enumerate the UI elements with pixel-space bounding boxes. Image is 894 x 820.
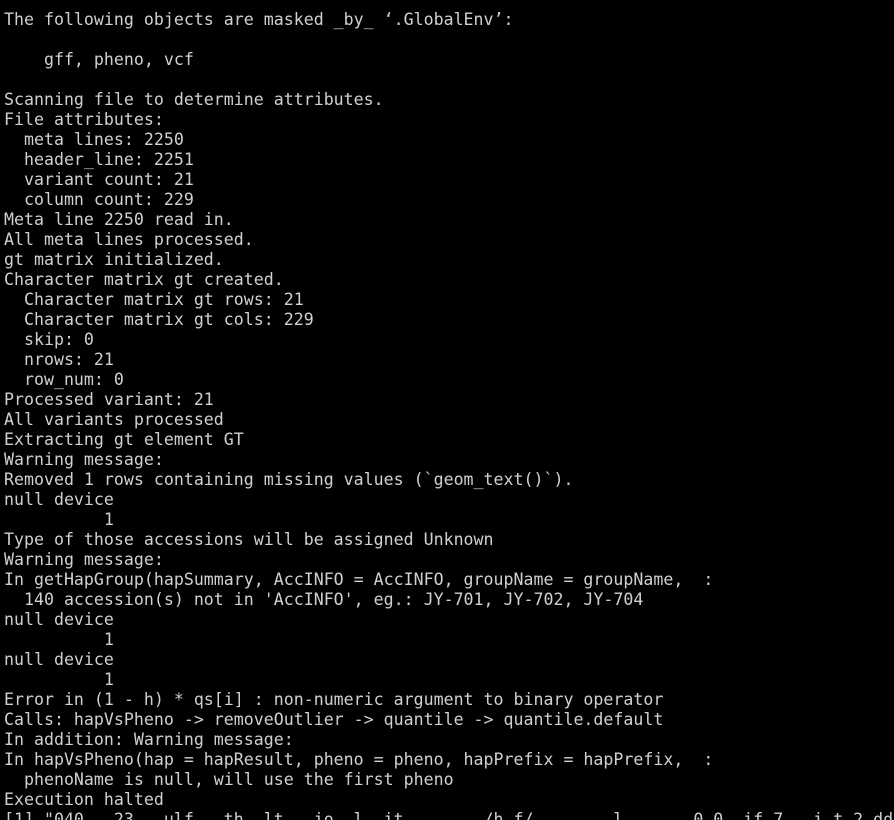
console-line: In getHapGroup(hapSummary, AccINFO = Acc… <box>4 570 714 589</box>
console-line: Warning message: <box>4 550 164 569</box>
console-line: All variants processed <box>4 410 224 429</box>
console-line-clipped: [1] "040 23 ulf th lt io l it /h f/ l 0 … <box>4 810 894 820</box>
console-line: In hapVsPheno(hap = hapResult, pheno = p… <box>4 750 714 769</box>
console-line: Removed 1 rows containing missing values… <box>4 470 574 489</box>
console-line: Type of those accessions will be assigne… <box>4 530 494 549</box>
console-line: 1 <box>4 630 114 649</box>
console-line: Calls: hapVsPheno -> removeOutlier -> qu… <box>4 710 664 729</box>
console-line: nrows: 21 <box>4 350 114 369</box>
console-line: row_num: 0 <box>4 370 124 389</box>
console-line: The following objects are masked _by_ ‘.… <box>4 10 514 29</box>
console-line: 1 <box>4 670 114 689</box>
console-line: All meta lines processed. <box>4 230 254 249</box>
console-line: gt matrix initialized. <box>4 250 224 269</box>
console-line: 140 accession(s) not in 'AccINFO', eg.: … <box>4 590 644 609</box>
console-line: null device <box>4 610 114 629</box>
console-line: header_line: 2251 <box>4 150 194 169</box>
console-line: meta lines: 2250 <box>4 130 184 149</box>
console-line: Meta line 2250 read in. <box>4 210 234 229</box>
console-line: phenoName is null, will use the first ph… <box>4 770 454 789</box>
console-line: Processed variant: 21 <box>4 390 214 409</box>
console-line: Extracting gt element GT <box>4 430 244 449</box>
console-line: Warning message: <box>4 450 164 469</box>
terminal-window[interactable]: The following objects are masked _by_ ‘.… <box>0 0 894 820</box>
console-line: In addition: Warning message: <box>4 730 294 749</box>
console-line: 1 <box>4 510 114 529</box>
console-line: null device <box>4 490 114 509</box>
console-line: gff, pheno, vcf <box>4 50 194 69</box>
console-line: File attributes: <box>4 110 164 129</box>
console-line: Character matrix gt rows: 21 <box>4 290 304 309</box>
console-line: Character matrix gt cols: 229 <box>4 310 314 329</box>
console-line: Scanning file to determine attributes. <box>4 90 384 109</box>
console-line: Character matrix gt created. <box>4 270 284 289</box>
console-line: Execution halted <box>4 790 164 809</box>
console-line: skip: 0 <box>4 330 94 349</box>
console-line: column count: 229 <box>4 190 194 209</box>
console-output: The following objects are masked _by_ ‘.… <box>4 10 894 820</box>
console-line: null device <box>4 650 114 669</box>
console-line: variant count: 21 <box>4 170 194 189</box>
console-line: Error in (1 - h) * qs[i] : non-numeric a… <box>4 690 664 709</box>
